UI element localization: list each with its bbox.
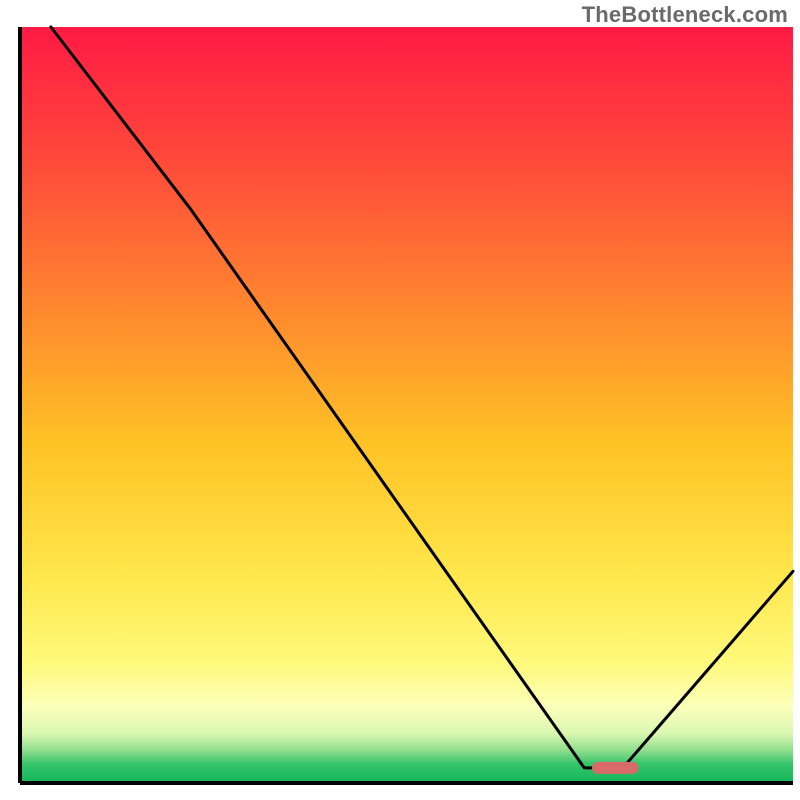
bottleneck-chart <box>0 0 800 800</box>
chart-container: TheBottleneck.com <box>0 0 800 800</box>
optimal-marker <box>592 762 638 774</box>
watermark-text: TheBottleneck.com <box>582 2 788 28</box>
plot-background <box>20 27 793 783</box>
